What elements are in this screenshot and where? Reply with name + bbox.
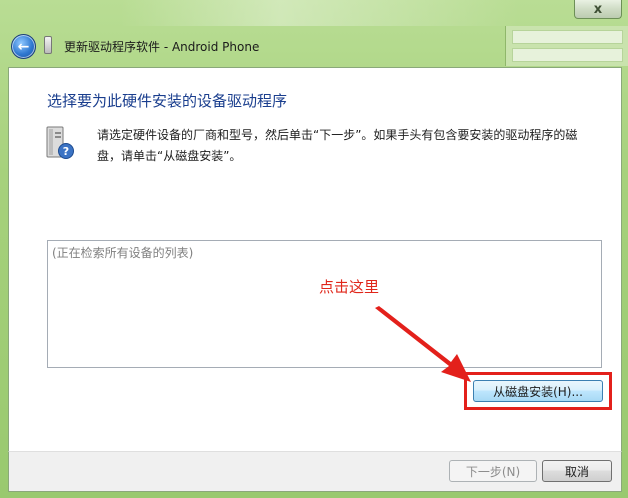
window-title: 更新驱动程序软件 - Android Phone — [64, 40, 260, 54]
back-button[interactable]: ← — [11, 34, 36, 59]
listbox-status-text: (正在检索所有设备的列表) — [52, 246, 194, 260]
wizard-content: 选择要为此硬件安装的设备驱动程序 ? 请选定硬件设备的厂商和型号，然后单击“下一… — [8, 67, 622, 452]
annotation-arrow-icon — [375, 306, 471, 382]
instruction-text: 请选定硬件设备的厂商和型号，然后单击“下一步”。如果手头有包含要安装的驱动程序的… — [97, 128, 578, 163]
annotation-highlight-box: 从磁盘安装(H)... — [464, 372, 612, 410]
button-strip: 下一步(N) 取消 — [8, 451, 622, 492]
cancel-button[interactable]: 取消 — [542, 460, 612, 482]
have-disk-button[interactable]: 从磁盘安装(H)... — [473, 380, 603, 402]
annotation-label: 点击这里 — [319, 278, 380, 296]
back-arrow-icon: ← — [17, 38, 30, 55]
close-icon: x — [593, 1, 603, 17]
device-listbox[interactable]: (正在检索所有设备的列表) — [47, 240, 602, 368]
next-button[interactable]: 下一步(N) — [449, 460, 537, 482]
hardware-help-icon: ? — [46, 126, 74, 159]
phone-device-icon — [44, 36, 52, 54]
svg-text:?: ? — [63, 145, 69, 158]
close-button[interactable]: x — [574, 0, 622, 19]
glass-highlight — [120, 0, 520, 26]
background-window — [505, 26, 628, 66]
page-heading: 选择要为此硬件安装的设备驱动程序 — [47, 92, 288, 110]
